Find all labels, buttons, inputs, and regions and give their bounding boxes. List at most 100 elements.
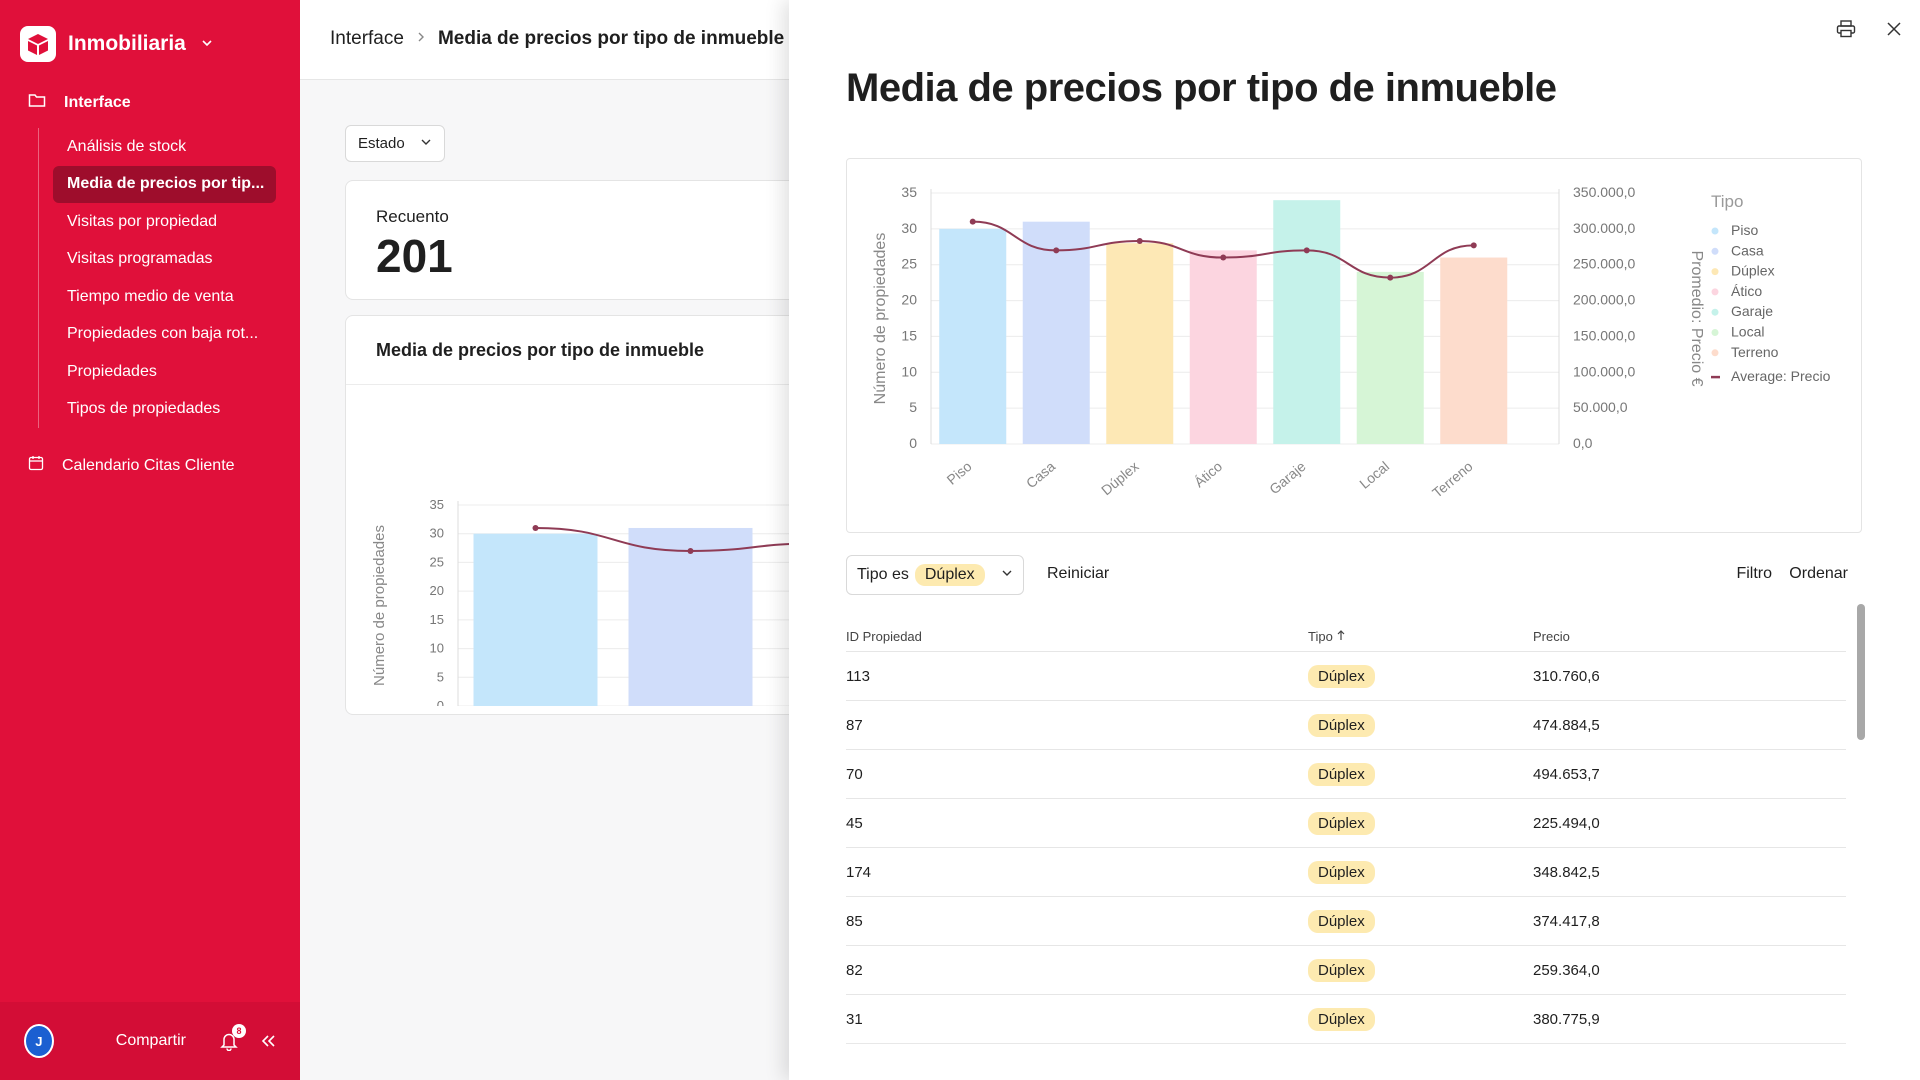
table-row[interactable]: 70 Dúplex 494.653,7 <box>846 750 1846 799</box>
x-tick-label: Local <box>1356 458 1392 492</box>
cell-tipo: Dúplex <box>1308 811 1533 835</box>
y-tick-label: 10 <box>901 363 917 379</box>
tipo-badge: Dúplex <box>1308 909 1375 933</box>
nav-section-interface[interactable]: Interface <box>28 92 131 113</box>
breadcrumb-current: Media de precios por tipo de inmueble <box>437 28 785 49</box>
y-tick-label: 30 <box>901 220 917 236</box>
notification-count-badge: 8 <box>232 1024 246 1038</box>
column-header-id[interactable]: ID Propiedad <box>846 629 1308 644</box>
column-header-tipo-label: Tipo <box>1308 629 1333 644</box>
average-price-point <box>969 218 976 225</box>
table-row[interactable]: 87 Dúplex 474.884,5 <box>846 701 1846 750</box>
table-toolbar: Tipo es Dúplex Reiniciar Filtro Ordenar <box>846 555 1862 595</box>
avatar[interactable]: J <box>24 1024 54 1058</box>
divider <box>346 384 804 385</box>
column-header-tipo[interactable]: Tipo <box>1308 629 1533 644</box>
cell-tipo: Dúplex <box>1308 860 1533 884</box>
close-icon[interactable] <box>1886 21 1902 42</box>
y-tick-label: 5 <box>909 399 917 415</box>
breadcrumb-root[interactable]: Interface <box>330 28 404 50</box>
workspace-switcher[interactable]: Inmobiliaria <box>20 26 214 62</box>
cell-id: 174 <box>846 863 872 881</box>
x-tick-label: Terreno <box>1429 458 1476 501</box>
sidebar-item-tiempo-venta[interactable]: Tiempo medio de venta <box>39 278 278 316</box>
cell-id: 113 <box>846 667 870 685</box>
sidebar-item-media-precios[interactable]: Media de precios por tip... <box>53 165 276 203</box>
share-button[interactable]: Compartir <box>116 1032 186 1050</box>
estado-filter-label: Estado <box>358 135 405 152</box>
bar-casa <box>628 527 753 706</box>
collapse-sidebar-icon[interactable] <box>260 1028 276 1054</box>
chevron-down-icon <box>1001 566 1013 584</box>
y2-tick-label: 50.000,0 <box>1573 399 1628 415</box>
y-tick-label: 15 <box>901 327 917 343</box>
bar-terreno <box>1440 257 1508 444</box>
table-row[interactable]: 174 Dúplex 348.842,5 <box>846 848 1846 897</box>
average-price-point <box>1136 238 1143 245</box>
y-tick-label: 20 <box>901 292 917 308</box>
legend-swatch <box>1711 349 1719 357</box>
brand-logo-icon <box>20 26 56 62</box>
notifications-button[interactable]: 8 <box>220 1024 246 1051</box>
x-tick-label: Piso <box>944 458 975 488</box>
folder-icon <box>28 92 46 113</box>
column-header-precio[interactable]: Precio <box>1533 629 1833 644</box>
legend-swatch <box>1711 268 1719 276</box>
bar-local <box>1356 271 1424 444</box>
y2-tick-label: 200.000,0 <box>1573 292 1635 308</box>
cell-id: 82 <box>846 961 863 979</box>
cell-tipo: Dúplex <box>1308 713 1533 737</box>
table-row[interactable]: 85 Dúplex 374.417,8 <box>846 897 1846 946</box>
breadcrumb: Interface Media de precios por tipo de i… <box>330 28 784 50</box>
y-tick-label: 20 <box>430 583 444 598</box>
y-tick-label: 25 <box>901 256 917 272</box>
table-row[interactable]: 31 Dúplex 380.775,9 <box>846 995 1846 1044</box>
legend-item: Local <box>1731 324 1764 340</box>
legend-item: Casa <box>1731 242 1764 258</box>
sidebar-item-tipos-propiedades[interactable]: Tipos de propiedades <box>39 391 278 429</box>
legend-item: Dúplex <box>1731 263 1775 279</box>
background-chart: 05101520253035Número de propiedadesPisoC… <box>371 497 806 706</box>
sort-button[interactable]: Ordenar <box>1789 565 1848 583</box>
cell-precio: 494.653,7 <box>1533 765 1600 783</box>
y-axis-title: Número de propiedades <box>872 233 889 405</box>
sidebar-item-visitas-programadas[interactable]: Visitas programadas <box>39 241 278 279</box>
sidebar-item-propiedades[interactable]: Propiedades <box>39 353 278 391</box>
cell-precio: 225.494,0 <box>1533 814 1600 832</box>
table-scrollbar[interactable] <box>1857 604 1865 740</box>
legend-item: Piso <box>1731 222 1758 238</box>
filter-button[interactable]: Filtro <box>1736 565 1772 583</box>
y-tick-label: 35 <box>430 497 444 512</box>
bar-casa <box>1022 221 1090 444</box>
legend-item-line: Average: Precio <box>1731 368 1831 384</box>
table-row[interactable]: 45 Dúplex 225.494,0 <box>846 799 1846 848</box>
chevron-down-icon <box>420 135 432 152</box>
sidebar-item-analisis-stock[interactable]: Análisis de stock <box>39 128 278 166</box>
count-card[interactable]: Recuento 201 <box>345 180 805 300</box>
table-row[interactable]: 113 Dúplex 310.760,6 <box>846 652 1846 701</box>
table-body: 113 Dúplex 310.760,6 87 Dúplex 474.884,5 70 Dúp… <box>846 652 1846 1044</box>
cell-tipo: Dúplex <box>1308 909 1533 933</box>
tipo-badge: Dúplex <box>1308 811 1375 835</box>
y-tick-label: 15 <box>430 612 444 627</box>
sidebar-item-visitas-propiedad[interactable]: Visitas por propiedad <box>39 203 278 241</box>
print-icon[interactable] <box>1836 20 1856 43</box>
filter-label: Tipo es <box>857 566 909 583</box>
tipo-filter-dropdown[interactable]: Tipo es Dúplex <box>846 555 1024 595</box>
bar-piso <box>939 228 1007 444</box>
legend-swatch <box>1711 308 1719 316</box>
y-tick-label: 25 <box>430 554 444 569</box>
price-chart-card[interactable]: Media de precios por tipo de inmueble 0 5… <box>345 315 806 715</box>
cell-tipo: Dúplex <box>1308 664 1533 688</box>
reset-button[interactable]: Reiniciar <box>1047 565 1109 583</box>
tipo-badge: Dúplex <box>1308 860 1375 884</box>
panel-actions <box>1836 20 1920 43</box>
cell-precio: 474.884,5 <box>1533 716 1600 734</box>
sidebar-item-baja-rotacion[interactable]: Propiedades con baja rot... <box>39 316 278 354</box>
table-row[interactable]: 82 Dúplex 259.364,0 <box>846 946 1846 995</box>
y2-axis-title: Promedio: Precio € <box>1688 250 1705 386</box>
legend-swatch <box>1711 329 1719 336</box>
sidebar-item-calendario[interactable]: Calendario Citas Cliente <box>28 455 235 476</box>
estado-filter-dropdown[interactable]: Estado <box>345 125 445 162</box>
y2-tick-label: 0,0 <box>1573 435 1593 451</box>
